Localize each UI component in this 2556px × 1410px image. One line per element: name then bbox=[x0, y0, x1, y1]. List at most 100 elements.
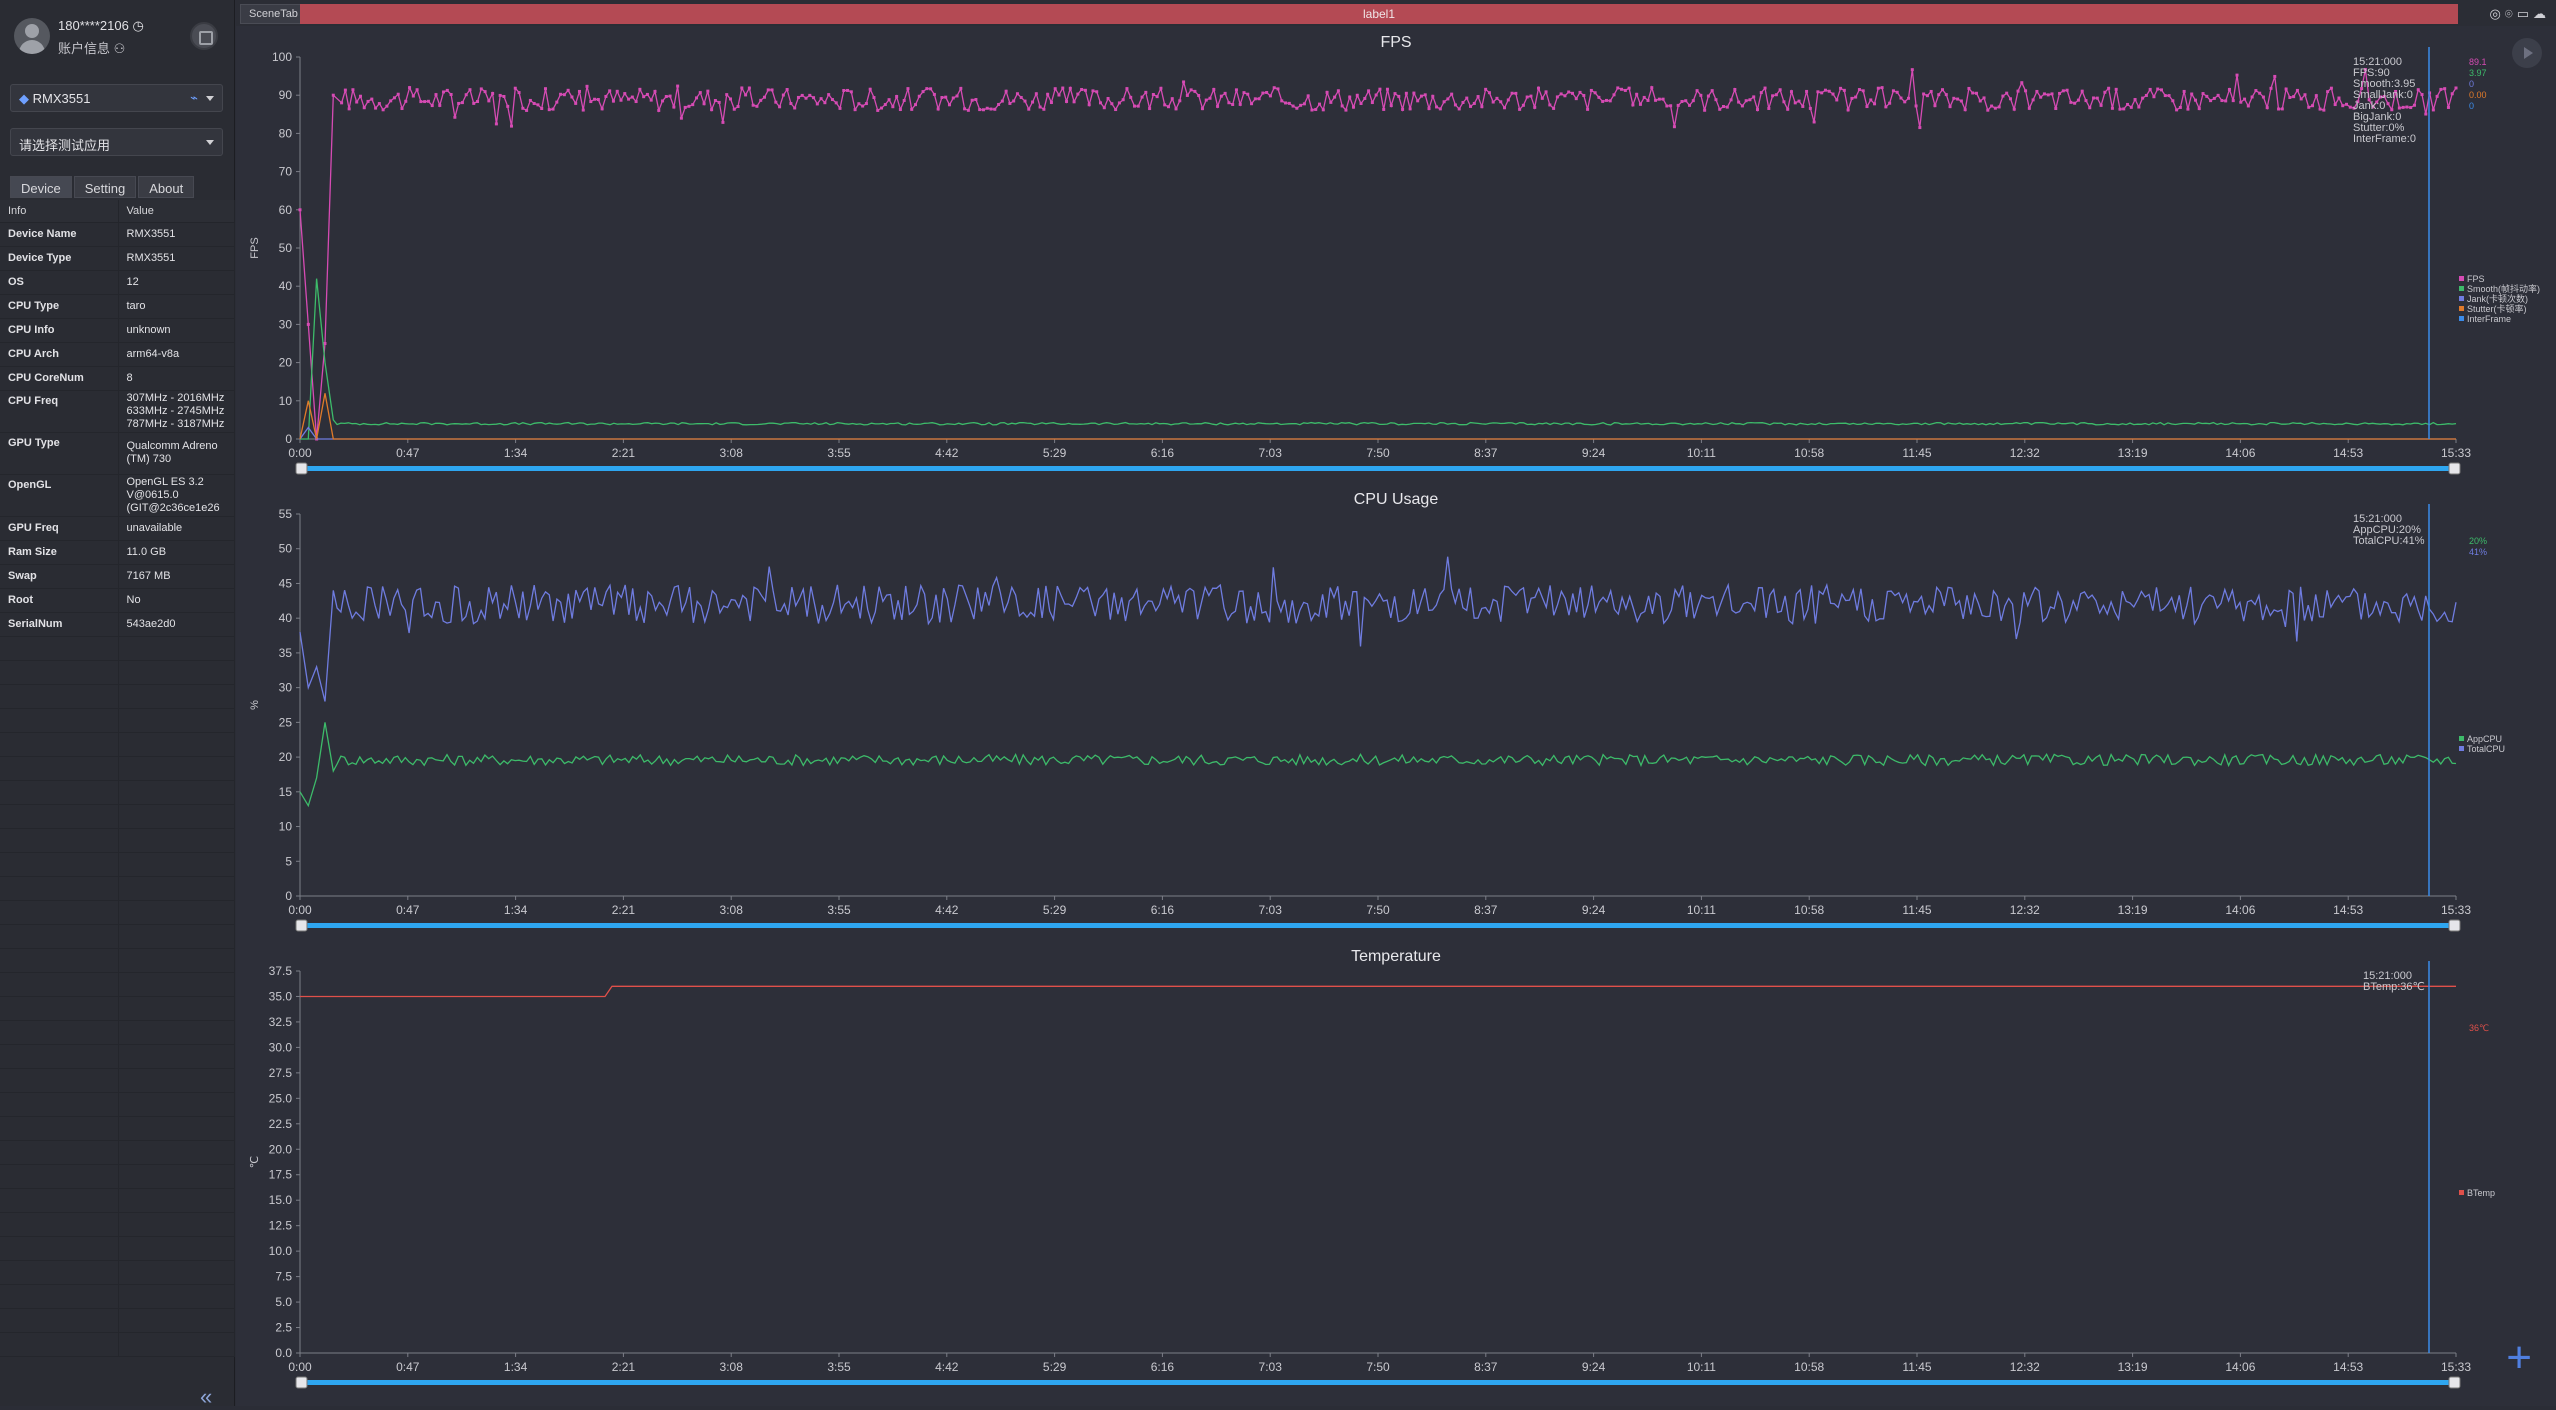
fps-point bbox=[1891, 89, 1895, 93]
folder-icon[interactable]: ▭ bbox=[2517, 6, 2533, 21]
add-chart-button[interactable]: + bbox=[2506, 1336, 2532, 1380]
fps-point bbox=[570, 95, 574, 99]
zoom-range-bar[interactable] bbox=[300, 1380, 2456, 1385]
legend-swatch[interactable] bbox=[2459, 1190, 2464, 1195]
empty-row bbox=[0, 1044, 235, 1069]
fps-point bbox=[1476, 95, 1480, 99]
legend-swatch[interactable] bbox=[2459, 736, 2464, 741]
fps-point bbox=[1506, 98, 1510, 102]
cloud-icon[interactable]: ☁ bbox=[2533, 6, 2550, 21]
fps-point bbox=[510, 124, 514, 128]
zoom-handle-left[interactable] bbox=[295, 1376, 308, 1389]
legend-swatch[interactable] bbox=[2459, 296, 2464, 301]
fps-point bbox=[1801, 104, 1805, 108]
legend-label[interactable]: BTemp bbox=[2467, 1188, 2495, 1198]
fps-point bbox=[1631, 103, 1635, 107]
legend-label[interactable]: Jank(卡顿次数) bbox=[2467, 293, 2528, 304]
table-row: CPU CoreNum 8 bbox=[0, 366, 235, 391]
fps-point bbox=[1189, 88, 1193, 92]
fps-point bbox=[683, 105, 687, 109]
link-icon[interactable]: ⌁ bbox=[190, 90, 198, 106]
tooltip-line: InterFrame:0 bbox=[2353, 133, 2416, 145]
fps-point bbox=[1661, 97, 1665, 101]
fps-point bbox=[362, 106, 366, 110]
app-select[interactable]: 请选择测试应用 bbox=[10, 128, 223, 156]
zoom-handle-left[interactable] bbox=[295, 919, 308, 932]
empty-cell bbox=[0, 828, 119, 853]
legend-label[interactable]: FPS bbox=[2467, 274, 2485, 284]
zoom-handle-left[interactable] bbox=[295, 462, 308, 475]
fps-point bbox=[959, 86, 963, 90]
fps-point bbox=[985, 106, 989, 110]
fps-point bbox=[2345, 102, 2349, 106]
fps-point bbox=[1280, 99, 1284, 103]
fps-point bbox=[1438, 107, 1442, 111]
fps-point bbox=[2326, 90, 2330, 94]
fps-point bbox=[2076, 98, 2080, 102]
y-tick-label: 5 bbox=[285, 854, 292, 868]
empty-cell bbox=[118, 1212, 235, 1237]
fps-point bbox=[2092, 96, 2096, 100]
fps-point bbox=[2337, 96, 2341, 100]
x-tick-label: 2:21 bbox=[612, 446, 636, 460]
fps-point bbox=[661, 99, 665, 103]
fps-point bbox=[1114, 108, 1118, 112]
fps-point bbox=[2129, 105, 2133, 109]
collapse-sidebar-icon[interactable]: « bbox=[200, 1384, 212, 1410]
zoom-handle-right[interactable] bbox=[2448, 919, 2461, 932]
info-value: RMX3551 bbox=[118, 222, 235, 247]
fps-point bbox=[340, 101, 344, 105]
scene-tab[interactable]: SceneTab bbox=[240, 4, 307, 24]
stop-button[interactable] bbox=[190, 22, 218, 50]
legend-label[interactable]: AppCPU bbox=[2467, 734, 2502, 744]
zoom-range-bar[interactable] bbox=[300, 923, 2456, 928]
fps-point bbox=[1929, 89, 1933, 93]
empty-row bbox=[0, 732, 235, 757]
x-tick-label: 10:11 bbox=[1687, 1360, 1716, 1374]
zoom-handle-right[interactable] bbox=[2448, 462, 2461, 475]
fps-point bbox=[1684, 99, 1688, 103]
legend-swatch[interactable] bbox=[2459, 306, 2464, 311]
info-value: arm64-v8a bbox=[118, 342, 235, 367]
info-key: OpenGL bbox=[0, 474, 119, 517]
empty-cell bbox=[0, 708, 119, 733]
account-info-link[interactable]: 账户信息 ⚇ bbox=[58, 38, 125, 57]
x-tick-label: 7:50 bbox=[1366, 1360, 1390, 1374]
tab-device[interactable]: Device bbox=[10, 176, 72, 198]
fps-point bbox=[1359, 101, 1363, 105]
legend-swatch[interactable] bbox=[2459, 286, 2464, 291]
y-tick-label: 30 bbox=[279, 317, 293, 331]
legend-label[interactable]: Stutter(卡顿率) bbox=[2467, 303, 2527, 314]
legend-swatch[interactable] bbox=[2459, 316, 2464, 321]
fps-point bbox=[1393, 92, 1397, 96]
info-key: CPU Arch bbox=[0, 342, 119, 367]
legend-label[interactable]: InterFrame bbox=[2467, 314, 2511, 324]
fps-point bbox=[1166, 105, 1170, 109]
avatar[interactable] bbox=[14, 18, 50, 54]
fps-point bbox=[1223, 91, 1227, 95]
tab-about[interactable]: About bbox=[138, 176, 195, 198]
target-icon[interactable]: ◎ bbox=[2490, 6, 2505, 21]
legend-label[interactable]: Smooth(帧抖动率) bbox=[2467, 283, 2540, 294]
fps-point bbox=[963, 107, 967, 111]
zoom-range-bar[interactable] bbox=[300, 466, 2456, 471]
fps-point bbox=[993, 107, 997, 111]
fps-point bbox=[1491, 100, 1495, 104]
zoom-handle-right[interactable] bbox=[2448, 1376, 2461, 1389]
y-tick-label: 37.5 bbox=[269, 964, 293, 978]
x-tick-label: 0:47 bbox=[396, 1360, 420, 1374]
location-icon[interactable]: ⌾ bbox=[2505, 6, 2517, 21]
legend-swatch[interactable] bbox=[2459, 746, 2464, 751]
tab-setting[interactable]: Setting bbox=[73, 176, 137, 198]
legend-label[interactable]: TotalCPU bbox=[2467, 744, 2505, 754]
device-select[interactable]: ◆ RMX3551 ⌁ bbox=[10, 84, 223, 112]
fps-point bbox=[370, 97, 374, 101]
empty-cell bbox=[118, 684, 235, 709]
fps-point bbox=[2288, 95, 2292, 99]
y-tick-label: 20 bbox=[279, 356, 293, 370]
fps-point bbox=[1816, 90, 1820, 94]
empty-cell bbox=[118, 1092, 235, 1117]
fps-point bbox=[1216, 104, 1220, 108]
legend-swatch[interactable] bbox=[2459, 276, 2464, 281]
fps-point bbox=[2420, 93, 2424, 97]
